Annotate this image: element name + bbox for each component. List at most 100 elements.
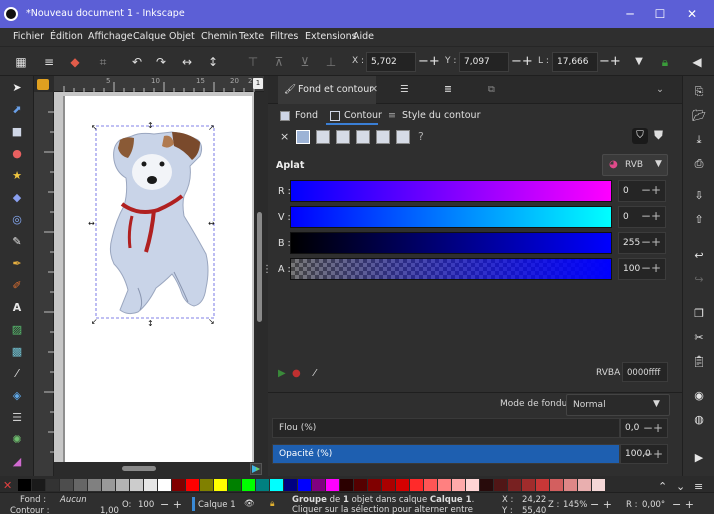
menu-object[interactable]: Objet — [169, 31, 195, 42]
more-options-chevron-icon[interactable]: ▼ — [630, 53, 648, 71]
align-tab-icon[interactable]: ☰ — [400, 76, 420, 104]
pattern-icon[interactable] — [376, 130, 390, 144]
dock-menu-chevron-icon[interactable]: ⌄ — [656, 76, 672, 104]
red-value-input[interactable]: 0 −+ — [618, 180, 666, 202]
blend-mode-select[interactable]: Normal ▼ — [566, 394, 670, 416]
palette-swatch[interactable] — [326, 479, 339, 491]
ellipse-tool-icon[interactable]: ● — [9, 146, 25, 162]
menu-path[interactable]: Chemin — [201, 31, 237, 42]
alpha-value-input[interactable]: 100 −+ — [618, 258, 666, 280]
menu-edit[interactable]: Édition — [50, 31, 83, 42]
palette-swatch[interactable] — [466, 479, 479, 491]
palette-swatch[interactable] — [592, 479, 605, 491]
current-layer[interactable]: Calque 1 — [198, 500, 236, 510]
zoom-value[interactable]: 145% — [563, 500, 587, 510]
toggle-lock-icon[interactable]: 🔒︎ — [270, 499, 275, 509]
spray-tool-icon[interactable]: ✺ — [9, 432, 25, 448]
page-number-badge[interactable]: 1 — [253, 78, 263, 89]
palette-swatch[interactable] — [312, 479, 325, 491]
unset-paint-icon[interactable]: ? — [418, 130, 424, 143]
undo-icon[interactable]: ↩ — [691, 248, 707, 264]
palette-swatch[interactable] — [270, 479, 283, 491]
palette-scroll-down-icon[interactable]: ⌄ — [676, 480, 685, 493]
color-palette[interactable]: ✕ ⌃ ⌄ ≡ — [0, 478, 714, 493]
text-tool-icon[interactable]: A — [9, 300, 25, 316]
menu-filters[interactable]: Filtres — [270, 31, 298, 42]
objects-tab-icon[interactable]: ⧉ — [488, 76, 508, 104]
palette-swatch[interactable] — [578, 479, 591, 491]
w-input[interactable]: 17,666 — [552, 52, 598, 72]
new-document-icon[interactable]: ⎘ — [691, 84, 707, 100]
color-picker-icon[interactable]: ⁄ — [314, 368, 316, 379]
subtab-stroke[interactable]: Contour — [344, 110, 382, 121]
opacity-value-input[interactable]: 100,0 −+ — [620, 444, 668, 464]
flip-horizontal-icon[interactable]: ↔ — [178, 53, 196, 71]
palette-swatch[interactable] — [494, 479, 507, 491]
stroke-width-value[interactable]: 1,00 — [100, 506, 119, 514]
touch-select-icon[interactable]: ⌗ — [94, 53, 112, 71]
palette-swatch[interactable] — [186, 479, 199, 491]
rotate-ccw-icon[interactable]: ↶ — [128, 53, 146, 71]
cut-icon[interactable]: ✂ — [691, 330, 707, 346]
palette-swatch[interactable] — [130, 479, 143, 491]
palette-scroll-up-icon[interactable]: ⌃ — [658, 480, 667, 493]
no-paint-icon[interactable]: × — [280, 130, 289, 143]
calligraphy-tool-icon[interactable]: ✐ — [9, 278, 25, 294]
toolbar-overflow-icon[interactable]: ◀ — [688, 53, 706, 71]
gradient-tool-icon[interactable]: ▨ — [9, 322, 25, 338]
zoom-icon[interactable]: ◉ — [691, 388, 707, 404]
palette-swatch[interactable] — [410, 479, 423, 491]
opacity-slider[interactable]: Opacité (%) — [272, 444, 620, 464]
raise-to-top-icon[interactable]: ⊤ — [244, 53, 262, 71]
minimize-button[interactable]: ─ — [619, 5, 641, 23]
palette-swatch[interactable] — [88, 479, 101, 491]
dog-image[interactable]: ↖ ↕ ↗ ↔ ↔ ↙ ↕ ↘ — [54, 92, 254, 462]
palette-swatch[interactable] — [214, 479, 227, 491]
palette-swatches[interactable]: ✕ ⌃ ⌄ ≡ — [0, 478, 714, 493]
subtab-stroke-style[interactable]: Style du contour — [402, 110, 480, 121]
transform-tab-icon[interactable]: ≣ — [444, 76, 464, 104]
dropper-tool-icon[interactable]: ⁄ — [9, 366, 25, 382]
horizontal-scrollbar[interactable] — [54, 462, 264, 476]
blue-slider[interactable] — [290, 232, 612, 254]
palette-swatch[interactable] — [536, 479, 549, 491]
node-tool-icon[interactable]: ⬈ — [9, 102, 25, 118]
rectangle-tool-icon[interactable]: ■ — [9, 124, 25, 140]
blur-value-input[interactable]: 0,0 −+ — [620, 418, 668, 438]
palette-swatch[interactable] — [480, 479, 493, 491]
mesh-tool-icon[interactable]: ▩ — [9, 344, 25, 360]
palette-swatch[interactable] — [116, 479, 129, 491]
palette-swatch[interactable] — [452, 479, 465, 491]
palette-swatch[interactable] — [102, 479, 115, 491]
import-icon[interactable]: ⇩ — [691, 188, 707, 204]
lock-ratio-icon[interactable]: 🔒︎ — [656, 53, 674, 71]
y-minus-plus[interactable]: −+ — [511, 54, 533, 69]
menu-file[interactable]: Fichier — [13, 31, 44, 42]
eraser-tool-icon[interactable]: ◢ — [9, 454, 25, 470]
flat-color-icon[interactable] — [296, 130, 310, 144]
selector-tool-icon[interactable]: ➤ — [9, 80, 25, 96]
tweak-tool-icon[interactable]: ☰ — [9, 410, 25, 426]
close-button[interactable]: ✕ — [681, 5, 703, 23]
palette-swatch[interactable] — [424, 479, 437, 491]
opacity-minus-plus[interactable]: − + — [160, 498, 182, 511]
menu-layer[interactable]: Calque — [133, 31, 166, 42]
blue-value-input[interactable]: 255 −+ — [618, 232, 666, 254]
palette-swatch[interactable] — [144, 479, 157, 491]
lower-icon[interactable]: ⊻ — [296, 53, 314, 71]
palette-swatch[interactable] — [158, 479, 171, 491]
red-slider[interactable] — [290, 180, 612, 202]
select-all-layers-icon[interactable]: ≡ — [40, 53, 58, 71]
palette-swatch[interactable] — [438, 479, 451, 491]
pencil-tool-icon[interactable]: ✎ — [9, 234, 25, 250]
x-input[interactable]: 5,702 — [366, 52, 416, 72]
palette-swatch[interactable] — [354, 479, 367, 491]
palette-menu-icon[interactable]: ≡ — [694, 480, 703, 493]
palette-swatch[interactable] — [284, 479, 297, 491]
palette-swatch[interactable] — [340, 479, 353, 491]
horizontal-scroll-thumb[interactable] — [122, 466, 156, 471]
x-minus-plus[interactable]: −+ — [418, 54, 440, 69]
palette-swatch[interactable] — [74, 479, 87, 491]
palette-swatch[interactable] — [508, 479, 521, 491]
close-tab-icon[interactable]: ✕ — [370, 76, 378, 104]
